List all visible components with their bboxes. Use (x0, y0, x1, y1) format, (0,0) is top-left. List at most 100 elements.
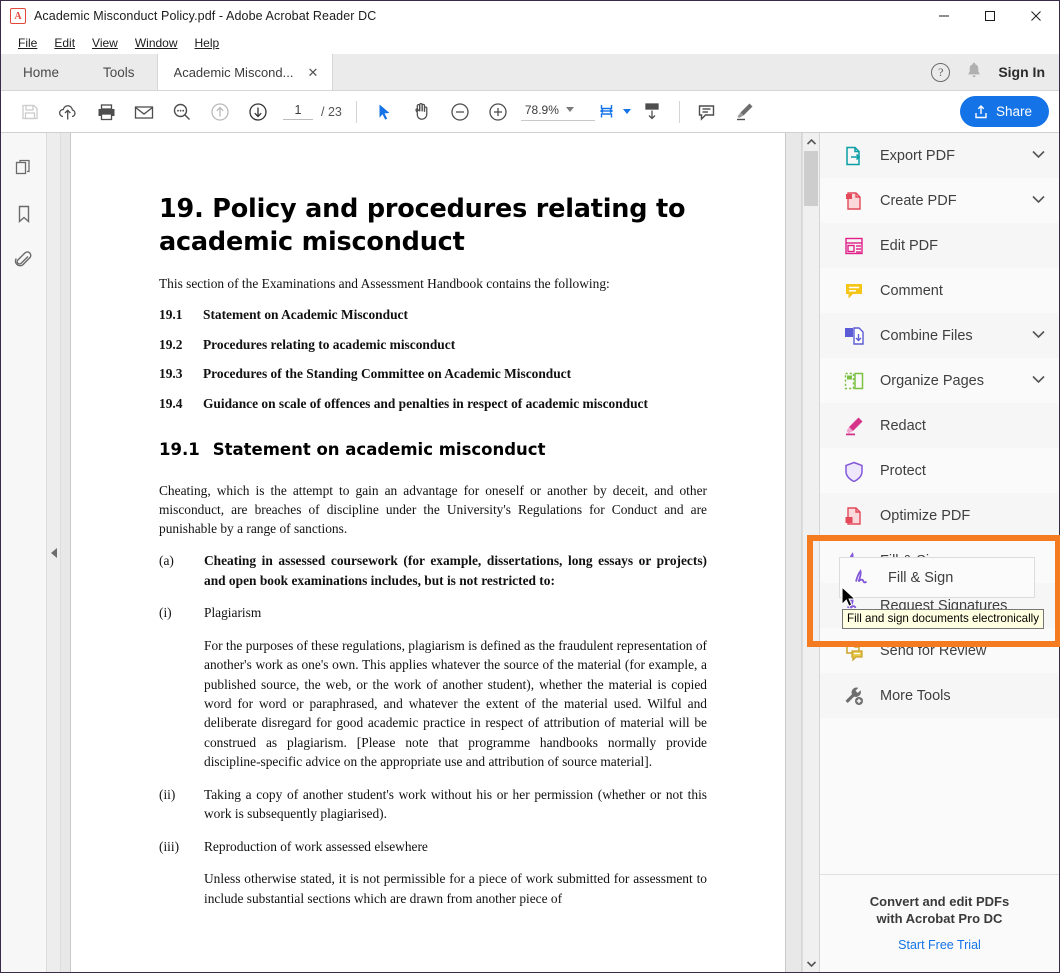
page-number-input[interactable] (283, 103, 313, 120)
scrollbar-thumb[interactable] (804, 151, 818, 206)
menu-edit[interactable]: Edit (46, 34, 83, 53)
email-icon[interactable] (125, 95, 163, 129)
notification-bell-icon[interactable] (966, 61, 982, 84)
page-thumbnails-icon[interactable] (9, 153, 39, 183)
bookmarks-icon[interactable] (9, 199, 39, 229)
optimize-pdf-icon (842, 504, 866, 528)
zoom-out-icon[interactable] (441, 95, 479, 129)
chevron-down-icon[interactable] (1032, 150, 1045, 162)
promo-line-1: Convert and edit PDFs (869, 893, 1010, 909)
zoom-in-icon[interactable] (479, 95, 517, 129)
tool-label: More Tools (880, 687, 951, 704)
scroll-up-icon[interactable] (803, 133, 819, 150)
chevron-down-icon[interactable] (1032, 375, 1045, 387)
start-free-trial-link[interactable]: Start Free Trial (832, 938, 1047, 952)
zoom-level-select[interactable]: 78.9% (520, 103, 595, 121)
highlight-pen-icon[interactable] (726, 95, 764, 129)
tool-label: Comment (880, 282, 943, 299)
tool-create-pdf[interactable]: Create PDF (820, 178, 1059, 223)
list-item-label: (iii) (159, 838, 180, 854)
hand-icon[interactable] (403, 95, 441, 129)
tool-comment[interactable]: Comment (820, 268, 1059, 313)
list-item-text: Cheating in assessed coursework (for exa… (204, 553, 707, 588)
list-item-label: (a) (159, 553, 174, 569)
fit-page-icon[interactable] (595, 95, 633, 129)
share-button[interactable]: Share (959, 96, 1049, 127)
tool-optimize-pdf[interactable]: Optimize PDF (820, 493, 1059, 538)
upload-to-cloud-icon[interactable] (49, 95, 87, 129)
sign-in-button[interactable]: Sign In (998, 64, 1045, 80)
list-item: (ii) Taking a copy of another student's … (159, 785, 707, 824)
tool-more-tools[interactable]: More Tools (820, 673, 1059, 718)
toc-number: 19.1 (159, 307, 183, 323)
save-icon[interactable] (11, 95, 49, 129)
more-tools-icon (842, 684, 866, 708)
print-icon[interactable] (87, 95, 125, 129)
next-page-icon[interactable] (239, 95, 277, 129)
fill-and-sign-highlighted-item[interactable]: Fill & Sign (839, 557, 1035, 598)
organize-pages-icon (842, 369, 866, 393)
navigation-rail (1, 133, 47, 972)
tab-document[interactable]: Academic Miscond... ✕ (156, 54, 334, 90)
comment-icon[interactable] (688, 95, 726, 129)
toc-number: 19.2 (159, 336, 183, 352)
find-icon[interactable] (163, 95, 201, 129)
main-body: 19. Policy and procedures relating to ac… (1, 133, 1059, 972)
menu-help-label: Help (194, 35, 220, 50)
chevron-down-icon[interactable] (1032, 195, 1045, 207)
toolbar-divider (355, 100, 357, 123)
redact-icon (842, 414, 866, 438)
menu-window[interactable]: Window (127, 34, 186, 53)
tool-combine-files[interactable]: Combine Files (820, 313, 1059, 358)
vertical-scrollbar[interactable] (802, 133, 819, 972)
select-cursor-icon[interactable] (365, 95, 403, 129)
close-button[interactable] (1013, 1, 1059, 32)
minimize-button[interactable] (921, 1, 967, 32)
attachments-icon[interactable] (9, 245, 39, 275)
tool-redact[interactable]: Redact (820, 403, 1059, 448)
page-display-icon[interactable] (633, 95, 671, 129)
tool-export-pdf[interactable]: Export PDF (820, 133, 1059, 178)
tab-home[interactable]: Home (1, 54, 82, 90)
close-icon[interactable]: ✕ (303, 64, 322, 81)
menu-view[interactable]: View (84, 34, 126, 53)
send-for-review-icon (842, 639, 866, 663)
create-pdf-icon (842, 189, 866, 213)
list-item-text: Plagiarism (204, 605, 262, 621)
title-bar: A Academic Misconduct Policy.pdf - Adobe… (1, 1, 1059, 32)
list-item: (i) Plagiarism (159, 603, 707, 622)
scroll-down-icon[interactable] (803, 955, 819, 972)
chevron-down-icon[interactable] (1032, 330, 1045, 342)
help-icon[interactable]: ? (931, 62, 951, 82)
menu-help[interactable]: Help (187, 34, 228, 53)
protect-shield-icon (842, 459, 866, 483)
toc-number: 19.3 (159, 366, 183, 382)
tool-label: Protect (880, 462, 926, 479)
list-item-label: (ii) (159, 786, 176, 802)
fill-and-sign-label: Fill & Sign (888, 569, 954, 586)
tool-send-for-review[interactable]: Send for Review (820, 628, 1059, 673)
main-toolbar: / 23 78.9% (1, 91, 1059, 133)
tab-tools[interactable]: Tools (81, 54, 157, 90)
acrobat-reader-window: A Academic Misconduct Policy.pdf - Adobe… (0, 0, 1060, 973)
combine-files-icon (842, 324, 866, 348)
intro-paragraph: This section of the Examinations and Ass… (159, 276, 610, 292)
comment-icon (842, 279, 866, 303)
previous-page-icon[interactable] (201, 95, 239, 129)
document-viewport[interactable]: 19. Policy and procedures relating to ac… (47, 133, 802, 972)
window-controls (921, 1, 1059, 32)
list-item-text: Reproduction of work assessed elsewhere (204, 838, 428, 854)
menu-bar: File Edit View Window Help (1, 32, 1059, 54)
collapse-panel-button[interactable] (47, 133, 61, 972)
maximize-button[interactable] (967, 1, 1013, 32)
tool-protect[interactable]: Protect (820, 448, 1059, 493)
pdf-file-icon: A (10, 8, 26, 24)
menu-file[interactable]: File (10, 34, 45, 53)
chevron-left-icon (50, 547, 57, 558)
mouse-cursor (841, 585, 857, 614)
tool-label: Organize Pages (880, 372, 984, 389)
menu-view-label: View (92, 35, 118, 50)
pdf-page: 19. Policy and procedures relating to ac… (71, 133, 785, 972)
tool-edit-pdf[interactable]: Edit PDF (820, 223, 1059, 268)
tool-organize-pages[interactable]: Organize Pages (820, 358, 1059, 403)
